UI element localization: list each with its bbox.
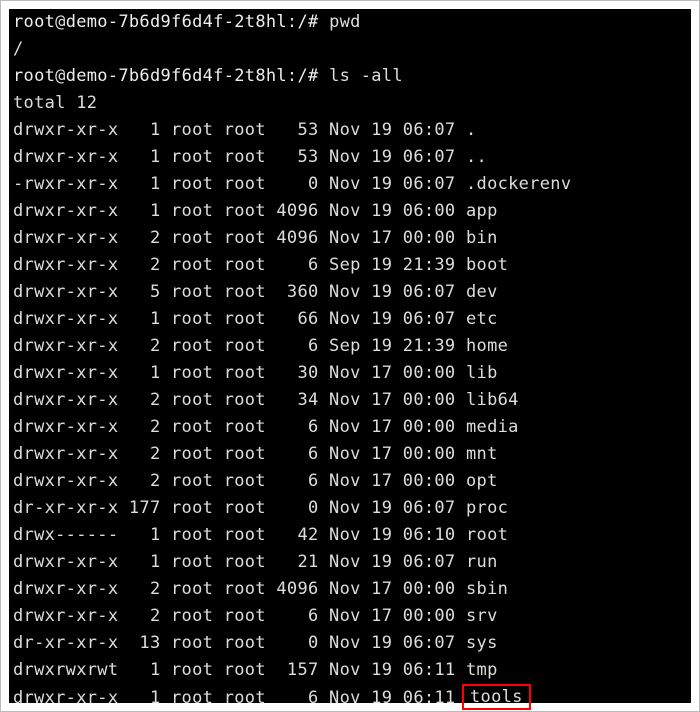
ls-row: drwxr-xr-x 1 root root 6 Nov 19 06:11 to… — [13, 684, 687, 712]
prompt-at: @ — [55, 12, 66, 32]
ls-row: -rwxr-xr-x 1 root root 0 Nov 19 06:07 .d… — [13, 171, 687, 198]
file-name: sbin — [466, 579, 508, 599]
file-name: run — [466, 552, 498, 572]
file-name: proc — [466, 498, 508, 518]
prompt-user: root — [13, 12, 55, 32]
file-name: bin — [466, 228, 498, 248]
file-name: tmp — [466, 660, 498, 680]
command-line: root@demo-7b6d9f6d4f-2t8hl:/# ls -all — [13, 63, 687, 90]
file-name: .. — [466, 147, 487, 167]
file-name: lib64 — [466, 390, 519, 410]
ls-row: drwx------ 1 root root 42 Nov 19 06:10 r… — [13, 522, 687, 549]
file-name: . — [466, 120, 477, 140]
prompt-symbol: # — [308, 12, 319, 32]
command-text: ls -all — [329, 66, 403, 86]
file-name: lib — [466, 363, 498, 383]
file-name: app — [466, 201, 498, 221]
file-name: etc — [466, 309, 498, 329]
file-name: boot — [466, 255, 508, 275]
file-name: opt — [466, 471, 498, 491]
terminal[interactable]: root@demo-7b6d9f6d4f-2t8hl:/# pwd/root@d… — [9, 9, 691, 703]
ls-row: drwxr-xr-x 5 root root 360 Nov 19 06:07 … — [13, 279, 687, 306]
prompt-user: root — [13, 66, 55, 86]
ls-row: drwxr-xr-x 1 root root 21 Nov 19 06:07 r… — [13, 549, 687, 576]
prompt-symbol: # — [308, 66, 319, 86]
command-line: root@demo-7b6d9f6d4f-2t8hl:/# pwd — [13, 9, 687, 36]
command-text: pwd — [329, 12, 361, 32]
ls-row: drwxr-xr-x 2 root root 6 Sep 19 21:39 ho… — [13, 333, 687, 360]
prompt-colon: : — [287, 66, 298, 86]
ls-row: dr-xr-xr-x 13 root root 0 Nov 19 06:07 s… — [13, 630, 687, 657]
file-name: srv — [466, 606, 498, 626]
ls-row: drwxr-xr-x 1 root root 66 Nov 19 06:07 e… — [13, 306, 687, 333]
ls-row: drwxr-xr-x 1 root root 4096 Nov 19 06:00… — [13, 198, 687, 225]
output-line: / — [13, 36, 687, 63]
prompt-host: demo-7b6d9f6d4f-2t8hl — [66, 12, 287, 32]
file-name: home — [466, 336, 508, 356]
prompt-path: / — [297, 66, 308, 86]
file-name: mnt — [466, 444, 498, 464]
file-name: media — [466, 417, 519, 437]
ls-row: drwxr-xr-x 2 root root 6 Nov 17 00:00 sr… — [13, 603, 687, 630]
ls-row: drwxr-xr-x 2 root root 4096 Nov 17 00:00… — [13, 576, 687, 603]
file-name: .dockerenv — [466, 174, 571, 194]
ls-row: drwxrwxrwt 1 root root 157 Nov 19 06:11 … — [13, 657, 687, 684]
ls-row: drwxr-xr-x 2 root root 6 Nov 17 00:00 me… — [13, 414, 687, 441]
ls-row: drwxr-xr-x 2 root root 6 Nov 17 00:00 op… — [13, 468, 687, 495]
ls-row: drwxr-xr-x 1 root root 53 Nov 19 06:07 . — [13, 117, 687, 144]
window-frame: root@demo-7b6d9f6d4f-2t8hl:/# pwd/root@d… — [0, 0, 700, 712]
ls-row: drwxr-xr-x 2 root root 6 Sep 19 21:39 bo… — [13, 252, 687, 279]
prompt-path: / — [297, 12, 308, 32]
ls-row: dr-xr-xr-x 177 root root 0 Nov 19 06:07 … — [13, 495, 687, 522]
prompt-at: @ — [55, 66, 66, 86]
ls-row: drwxr-xr-x 2 root root 34 Nov 17 00:00 l… — [13, 387, 687, 414]
prompt-colon: : — [287, 12, 298, 32]
ls-row: drwxr-xr-x 2 root root 6 Nov 17 00:00 mn… — [13, 441, 687, 468]
file-name: dev — [466, 282, 498, 302]
ls-row: drwxr-xr-x 1 root root 53 Nov 19 06:07 .… — [13, 144, 687, 171]
file-name: sys — [466, 633, 498, 653]
ls-row: drwxr-xr-x 1 root root 30 Nov 17 00:00 l… — [13, 360, 687, 387]
prompt-host: demo-7b6d9f6d4f-2t8hl — [66, 66, 287, 86]
highlighted-file-name: tools — [462, 684, 531, 710]
file-name: root — [466, 525, 508, 545]
ls-row: drwxr-xr-x 2 root root 4096 Nov 17 00:00… — [13, 225, 687, 252]
ls-total-line: total 12 — [13, 90, 687, 117]
